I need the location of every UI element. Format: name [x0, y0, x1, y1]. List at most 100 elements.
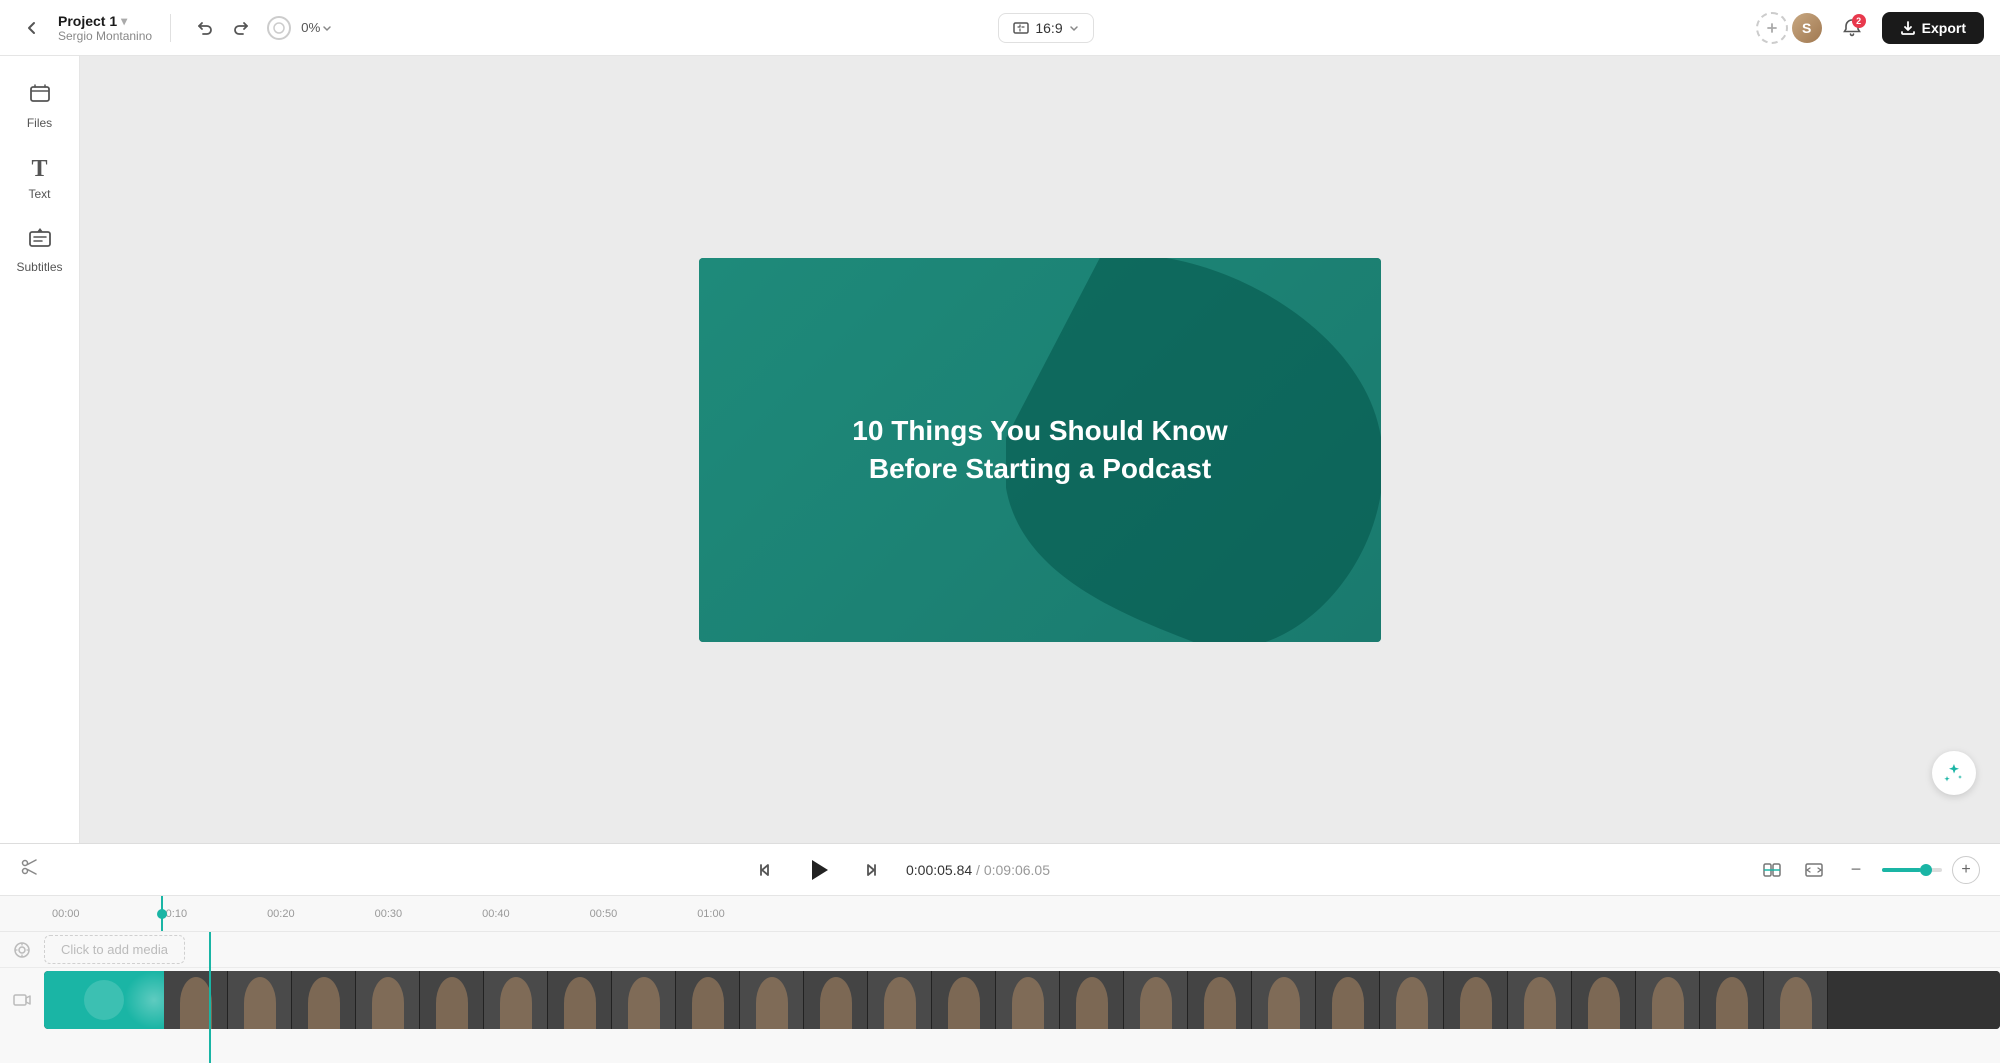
video-frames	[164, 971, 2000, 1029]
topbar-center: 16:9	[348, 13, 1743, 43]
ruler-mark-5: 00:50	[590, 908, 698, 920]
sidebar-item-subtitles[interactable]: Subtitles	[6, 216, 74, 284]
playback-bar: 0:00:05.84 / 0:09:06.05 −	[0, 844, 2000, 896]
video-frame	[1060, 971, 1124, 1029]
volume-thumb[interactable]	[1920, 864, 1932, 876]
video-frame	[1572, 971, 1636, 1029]
ruler-mark-4: 00:40	[482, 908, 590, 920]
volume-slider[interactable]	[1882, 868, 1942, 872]
sidebar-item-files[interactable]: Files	[6, 72, 74, 140]
topbar-left: Project 1 ▾ Sergio Montanino	[16, 12, 336, 44]
notification-button[interactable]: 2	[1836, 12, 1868, 44]
ruler-mark-2: 00:20	[267, 908, 375, 920]
export-button[interactable]: Export	[1882, 12, 1984, 44]
timeline-ruler: 00:00 00:10 00:20 00:30 00:40 00:50 01:0…	[0, 896, 2000, 932]
topbar: Project 1 ▾ Sergio Montanino	[0, 0, 2000, 56]
playback-left	[20, 857, 40, 882]
magic-wand-button[interactable]	[1932, 751, 1976, 795]
fast-forward-button[interactable]	[854, 852, 890, 888]
subtitles-icon	[28, 226, 52, 256]
video-frame	[1124, 971, 1188, 1029]
video-frame	[1508, 971, 1572, 1029]
subtitles-label: Subtitles	[16, 260, 62, 274]
add-user-button[interactable]	[1756, 12, 1788, 44]
preview-background: 10 Things You Should Know Before Startin…	[699, 258, 1381, 642]
zoom-area: 0%	[267, 12, 336, 44]
video-track-content[interactable]	[44, 971, 2000, 1029]
timeline-area: 0:00:05.84 / 0:09:06.05 −	[0, 843, 2000, 1063]
aspect-ratio-button[interactable]: 16:9	[998, 13, 1093, 43]
split-button[interactable]	[1756, 854, 1788, 886]
ruler-playhead-dot	[157, 909, 167, 919]
add-media-area[interactable]: Click to add media	[44, 932, 2000, 967]
video-frame	[292, 971, 356, 1029]
rewind-button[interactable]	[746, 852, 782, 888]
ruler-mark-1: 00:10	[160, 908, 268, 920]
playback-center: 0:00:05.84 / 0:09:06.05	[746, 850, 1050, 890]
video-frame	[420, 971, 484, 1029]
text-icon: T	[31, 156, 47, 183]
notification-badge: 2	[1852, 14, 1866, 28]
back-button[interactable]	[16, 12, 48, 44]
topbar-right: S 2 Export	[1756, 12, 1984, 44]
video-frame	[484, 971, 548, 1029]
time-separator: /	[976, 862, 984, 878]
playback-right: − +	[1756, 854, 1980, 886]
audio-track-row: Click to add media	[0, 932, 2000, 968]
main-area: Files T Text Subtitles	[0, 56, 2000, 843]
audio-track-icon	[0, 941, 44, 959]
video-track-icon	[0, 991, 44, 1009]
video-frame	[228, 971, 292, 1029]
video-frame	[356, 971, 420, 1029]
canvas-area: 10 Things You Should Know Before Startin…	[80, 56, 2000, 843]
video-frame	[1380, 971, 1444, 1029]
video-frame	[804, 971, 868, 1029]
files-icon	[28, 82, 52, 112]
undo-button[interactable]	[189, 12, 221, 44]
video-frame	[164, 971, 228, 1029]
avatar[interactable]: S	[1792, 13, 1822, 43]
video-track-row	[0, 968, 2000, 1032]
preview-title: 10 Things You Should Know Before Startin…	[812, 412, 1267, 488]
video-preview[interactable]: 10 Things You Should Know Before Startin…	[699, 258, 1381, 642]
redo-button[interactable]	[225, 12, 257, 44]
video-frame	[548, 971, 612, 1029]
project-title[interactable]: Project 1 ▾	[58, 13, 152, 29]
volume-track[interactable]	[1882, 868, 1942, 872]
video-strip	[44, 971, 2000, 1029]
scissors-icon[interactable]	[20, 857, 40, 882]
ruler-marks: 00:00 00:10 00:20 00:30 00:40 00:50 01:0…	[52, 908, 2000, 920]
fit-button[interactable]	[1798, 854, 1830, 886]
video-frame	[1188, 971, 1252, 1029]
video-frame	[1764, 971, 1828, 1029]
ruler-mark-0: 00:00	[52, 908, 160, 920]
video-frame	[612, 971, 676, 1029]
video-frame	[932, 971, 996, 1029]
zoom-dropdown-button[interactable]: 0%	[297, 12, 336, 44]
project-author: Sergio Montanino	[58, 29, 152, 43]
project-dropdown-icon[interactable]: ▾	[121, 14, 127, 28]
project-info: Project 1 ▾ Sergio Montanino	[58, 13, 152, 43]
zoom-circle-icon	[267, 16, 291, 40]
undo-redo-group	[189, 12, 257, 44]
zoom-percent: 0%	[301, 20, 320, 35]
video-frame	[1636, 971, 1700, 1029]
tracks-wrapper: Click to add media	[0, 932, 2000, 1063]
files-label: Files	[27, 116, 52, 130]
sidebar: Files T Text Subtitles	[0, 56, 80, 843]
video-strip-teal	[44, 971, 164, 1029]
text-label: Text	[28, 187, 50, 201]
video-frame	[1700, 971, 1764, 1029]
time-total: 0:09:06.05	[984, 862, 1050, 878]
video-frame	[1316, 971, 1380, 1029]
divider	[170, 14, 171, 42]
sidebar-item-text[interactable]: T Text	[6, 144, 74, 212]
zoom-in-button[interactable]: +	[1952, 856, 1980, 884]
video-frame	[740, 971, 804, 1029]
video-frame	[1252, 971, 1316, 1029]
video-frame	[996, 971, 1060, 1029]
zoom-out-button[interactable]: −	[1840, 854, 1872, 886]
add-media-hint[interactable]: Click to add media	[44, 935, 185, 964]
ruler-mark-3: 00:30	[375, 908, 483, 920]
play-button[interactable]	[798, 850, 838, 890]
